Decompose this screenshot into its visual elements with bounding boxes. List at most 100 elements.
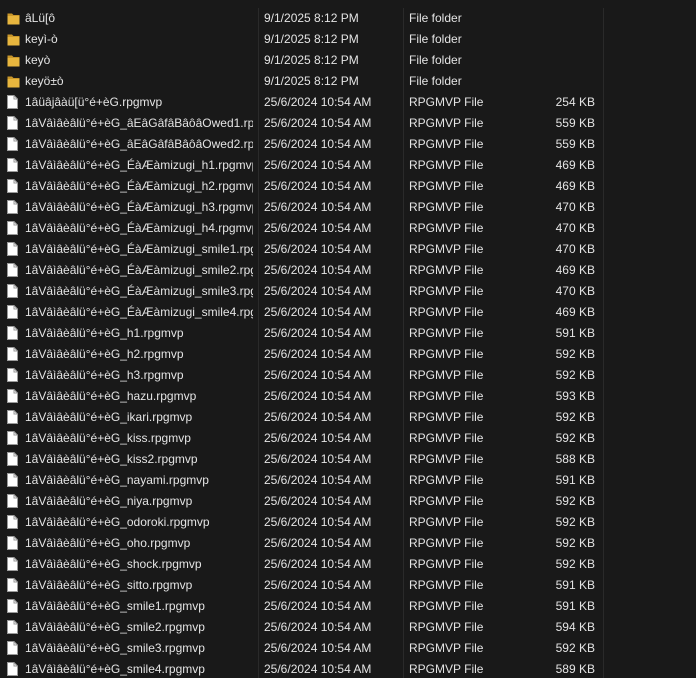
- date-modified: 25/6/2024 10:54 AM: [264, 326, 372, 340]
- file-name: 1âVâìâèâlü°é+èG_ikari.rpgmvp: [25, 410, 193, 424]
- date-modified: 25/6/2024 10:54 AM: [264, 284, 372, 298]
- file-list: âLü[ô 9/1/2025 8:12 PM File folder keyì-ò 9/…: [0, 0, 696, 678]
- column-divider: [403, 470, 404, 491]
- date-modified: 25/6/2024 10:54 AM: [264, 578, 372, 592]
- column-divider: [258, 596, 259, 617]
- column-divider: [403, 113, 404, 134]
- column-divider: [403, 323, 404, 344]
- file-type: RPGMVP File: [409, 200, 484, 214]
- column-divider: [403, 71, 404, 92]
- file-icon: [7, 179, 20, 194]
- file-size: 589 KB: [555, 662, 595, 676]
- date-modified: 25/6/2024 10:54 AM: [264, 116, 372, 130]
- file-name: 1âVâìâèâlü°é+èG_h2.rpgmvp: [25, 347, 184, 361]
- file-row[interactable]: 1âVâìâèâlü°é+èG_ÉàÆàmizugi_smile4.rpg...…: [0, 302, 696, 323]
- file-size: 254 KB: [555, 95, 595, 109]
- file-icon: [7, 536, 20, 551]
- file-row[interactable]: 1âVâìâèâlü°é+èG_ÉàÆàmizugi_h1.rpgmvp 25/6…: [0, 155, 696, 176]
- file-row[interactable]: 1âVâìâèâlü°é+èG_smile3.rpgmvp 25/6/2024 1…: [0, 638, 696, 659]
- file-name: 1âVâìâèâlü°é+èG_smile3.rpgmvp: [25, 641, 205, 655]
- file-icon: [7, 200, 20, 215]
- date-modified: 25/6/2024 10:54 AM: [264, 515, 372, 529]
- file-type: File folder: [409, 74, 462, 88]
- column-divider: [258, 386, 259, 407]
- column-divider: [258, 449, 259, 470]
- file-row[interactable]: 1âVâìâèâlü°é+èG_ÉàÆàmizugi_smile1.rpg...…: [0, 239, 696, 260]
- file-size: 591 KB: [555, 326, 595, 340]
- column-divider: [258, 659, 259, 678]
- file-row[interactable]: 1âVâìâèâlü°é+èG_ÉàÆàmizugi_smile3.rpg...…: [0, 281, 696, 302]
- file-size: 559 KB: [555, 116, 595, 130]
- file-row[interactable]: 1âVâìâèâlü°é+èG_h2.rpgmvp 25/6/2024 10:54…: [0, 344, 696, 365]
- file-type: RPGMVP File: [409, 221, 484, 235]
- file-name: 1âVâìâèâlü°é+èG_ÉàÆàmizugi_h4.rpgmvp: [25, 221, 253, 235]
- file-row[interactable]: 1âVâìâèâlü°é+èG_kiss.rpgmvp 25/6/2024 10:…: [0, 428, 696, 449]
- column-divider: [603, 134, 604, 155]
- file-row[interactable]: 1âVâìâèâlü°é+èG_hazu.rpgmvp 25/6/2024 10:…: [0, 386, 696, 407]
- file-icon: [7, 242, 20, 257]
- file-size: 470 KB: [555, 242, 595, 256]
- file-name: 1âVâìâèâlü°é+èG_h1.rpgmvp: [25, 326, 184, 340]
- file-type: RPGMVP File: [409, 599, 484, 613]
- column-divider: [258, 491, 259, 512]
- column-divider: [258, 197, 259, 218]
- date-modified: 25/6/2024 10:54 AM: [264, 137, 372, 151]
- column-divider: [258, 260, 259, 281]
- file-row[interactable]: 1âVâìâèâlü°é+èG_ikari.rpgmvp 25/6/2024 10…: [0, 407, 696, 428]
- file-icon: [7, 326, 20, 341]
- file-row[interactable]: 1âVâìâèâlü°é+èG_sitto.rpgmvp 25/6/2024 10…: [0, 575, 696, 596]
- column-divider: [403, 281, 404, 302]
- file-row[interactable]: 1âVâìâèâlü°é+èG_smile4.rpgmvp 25/6/2024 1…: [0, 659, 696, 678]
- file-row[interactable]: 1âVâìâèâlü°é+èG_ÉàÆàmizugi_smile2.rpg...…: [0, 260, 696, 281]
- file-icon: [7, 95, 20, 110]
- file-row[interactable]: 1âüâjâàü[ü°é+èG.rpgmvp 25/6/2024 10:54 AM…: [0, 92, 696, 113]
- file-row[interactable]: 1âVâìâèâlü°é+èG_ÉàÆàmizugi_h2.rpgmvp 25/6…: [0, 176, 696, 197]
- file-icon: [7, 515, 20, 530]
- column-divider: [403, 512, 404, 533]
- file-type: RPGMVP File: [409, 347, 484, 361]
- file-row[interactable]: 1âVâìâèâlü°é+èG_ÉàÆàmizugi_h4.rpgmvp 25/6…: [0, 218, 696, 239]
- file-name: 1âVâìâèâlü°é+èG_ÉàÆàmizugi_h1.rpgmvp: [25, 158, 253, 172]
- date-modified: 25/6/2024 10:54 AM: [264, 158, 372, 172]
- file-row[interactable]: 1âVâìâèâlü°é+èG_odoroki.rpgmvp 25/6/2024 …: [0, 512, 696, 533]
- column-divider: [403, 29, 404, 50]
- file-type: RPGMVP File: [409, 431, 484, 445]
- file-name: 1âVâìâèâlü°é+èG_sitto.rpgmvp: [25, 578, 193, 592]
- file-row[interactable]: 1âVâìâèâlü°é+èG_âEâGâfâBâôâOwed2.rp... 25…: [0, 134, 696, 155]
- file-name: 1âVâìâèâlü°é+èG_nayami.rpgmvp: [25, 473, 209, 487]
- file-row[interactable]: 1âVâìâèâlü°é+èG_h1.rpgmvp 25/6/2024 10:54…: [0, 323, 696, 344]
- file-row[interactable]: 1âVâìâèâlü°é+èG_h3.rpgmvp 25/6/2024 10:54…: [0, 365, 696, 386]
- column-divider: [403, 659, 404, 678]
- folder-row[interactable]: keyì-ò 9/1/2025 8:12 PM File folder: [0, 29, 696, 50]
- file-row[interactable]: 1âVâìâèâlü°é+èG_niya.rpgmvp 25/6/2024 10:…: [0, 491, 696, 512]
- date-modified: 25/6/2024 10:54 AM: [264, 662, 372, 676]
- column-divider: [403, 197, 404, 218]
- file-row[interactable]: 1âVâìâèâlü°é+èG_shock.rpgmvp 25/6/2024 10…: [0, 554, 696, 575]
- file-size: 588 KB: [555, 452, 595, 466]
- date-modified: 9/1/2025 8:12 PM: [264, 53, 359, 67]
- file-row[interactable]: 1âVâìâèâlü°é+èG_âEâGâfâBâôâOwed1.rp... 25…: [0, 113, 696, 134]
- folder-row[interactable]: âLü[ô 9/1/2025 8:12 PM File folder: [0, 8, 696, 29]
- file-row[interactable]: 1âVâìâèâlü°é+èG_kiss2.rpgmvp 25/6/2024 10…: [0, 449, 696, 470]
- file-row[interactable]: 1âVâìâèâlü°é+èG_oho.rpgmvp 25/6/2024 10:5…: [0, 533, 696, 554]
- file-row[interactable]: 1âVâìâèâlü°é+èG_ÉàÆàmizugi_h3.rpgmvp 25/6…: [0, 197, 696, 218]
- file-icon: [7, 158, 20, 173]
- file-type: RPGMVP File: [409, 389, 484, 403]
- file-size: 592 KB: [555, 515, 595, 529]
- file-row[interactable]: 1âVâìâèâlü°é+èG_smile1.rpgmvp 25/6/2024 1…: [0, 596, 696, 617]
- file-row[interactable]: 1âVâìâèâlü°é+èG_smile2.rpgmvp 25/6/2024 1…: [0, 617, 696, 638]
- file-type: RPGMVP File: [409, 494, 484, 508]
- file-icon: [7, 347, 20, 362]
- date-modified: 25/6/2024 10:54 AM: [264, 620, 372, 634]
- column-divider: [258, 176, 259, 197]
- folder-row[interactable]: keyö±ò 9/1/2025 8:12 PM File folder: [0, 71, 696, 92]
- file-row[interactable]: 1âVâìâèâlü°é+èG_nayami.rpgmvp 25/6/2024 1…: [0, 470, 696, 491]
- file-size: 594 KB: [555, 620, 595, 634]
- file-size: 592 KB: [555, 557, 595, 571]
- column-divider: [603, 512, 604, 533]
- file-icon: [7, 263, 20, 278]
- folder-row[interactable]: keyò 9/1/2025 8:12 PM File folder: [0, 50, 696, 71]
- file-size: 469 KB: [555, 158, 595, 172]
- file-size: 592 KB: [555, 494, 595, 508]
- file-name: 1âVâìâèâlü°é+èG_niya.rpgmvp: [25, 494, 193, 508]
